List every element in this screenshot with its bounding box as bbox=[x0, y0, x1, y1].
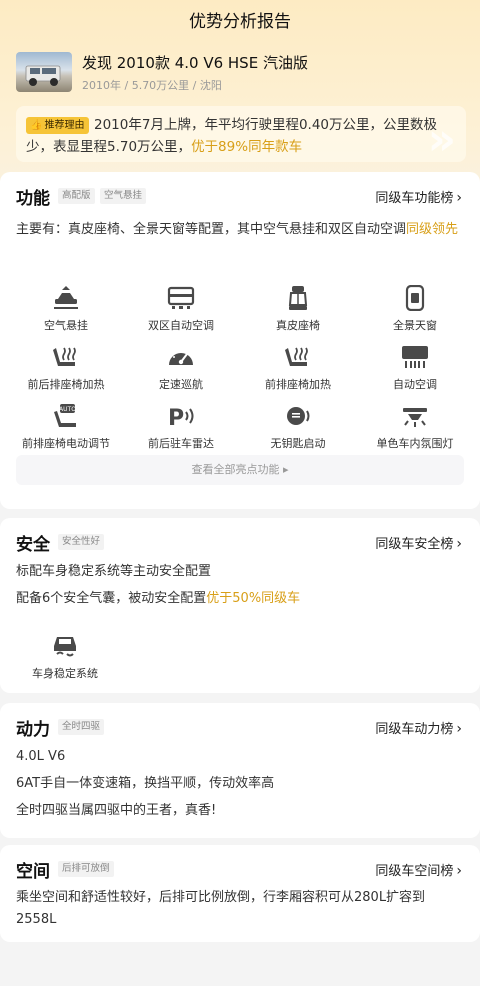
caret-right-icon: ▸ bbox=[282, 463, 289, 476]
car-name: 发现 2010款 4.0 V6 HSE 汽油版 bbox=[82, 54, 308, 72]
seat-heating-icon bbox=[285, 347, 308, 366]
feature-label: 双区自动空调 bbox=[148, 319, 214, 332]
feature-item[interactable]: P 前后驻车雷达 bbox=[126, 403, 236, 451]
feature-label: 自动空调 bbox=[393, 378, 437, 391]
keyless-start-icon bbox=[287, 407, 310, 425]
feature-label: 全景天窗 bbox=[393, 319, 437, 332]
safety-tag: 安全性好 bbox=[58, 534, 105, 550]
safety-line-1: 标配车身稳定系统等主动安全配置 bbox=[16, 564, 212, 579]
leather-seat-icon bbox=[288, 286, 308, 310]
power-rank-link[interactable]: 同级车动力榜 › bbox=[375, 718, 462, 737]
rank-link-label: 同级车动力榜 bbox=[375, 722, 454, 737]
page-header: 优势分析报告 bbox=[0, 0, 480, 44]
features-tag-2: 空气悬挂 bbox=[100, 188, 147, 204]
features-rank-link[interactable]: 同级车功能榜 › bbox=[375, 187, 462, 206]
rank-link-label: 同级车功能榜 bbox=[375, 191, 454, 206]
power-seat-icon: AUTO bbox=[54, 404, 76, 427]
feature-label: 空气悬挂 bbox=[44, 319, 88, 332]
view-all-features-button[interactable]: 查看全部亮点功能 ▸ bbox=[16, 455, 464, 485]
power-tag: 全时四驱 bbox=[58, 719, 105, 735]
space-title: 空间 bbox=[16, 862, 50, 882]
chevron-right-icon: › bbox=[456, 863, 462, 879]
stability-control-icon bbox=[54, 637, 76, 657]
rank-link-label: 同级车空间榜 bbox=[375, 864, 454, 879]
power-line-2: 6AT手自一体变速箱，换挡平顺，传动效率高 bbox=[16, 776, 275, 791]
svg-text:AUTO: AUTO bbox=[59, 406, 76, 413]
feature-item[interactable]: 前后排座椅加热 bbox=[11, 344, 121, 392]
power-title: 动力 bbox=[16, 720, 50, 740]
feature-item[interactable]: 双区自动空调 bbox=[126, 285, 236, 333]
safety-rank-link[interactable]: 同级车安全榜 › bbox=[375, 533, 462, 552]
dual-zone-ac-icon bbox=[167, 286, 195, 309]
chevron-right-icon: › bbox=[456, 190, 462, 206]
features-tag-1: 高配版 bbox=[58, 188, 95, 204]
space-text: 乘坐空间和舒适性较好，后排可比例放倒，行李厢容积可从280L扩容到2558L bbox=[16, 890, 426, 927]
power-line-1: 4.0L V6 bbox=[16, 749, 66, 764]
power-card: 动力 全时四驱 同级车动力榜 › 4.0L V6 6AT手自一体变速箱，换挡平顺，… bbox=[0, 703, 480, 838]
feature-item[interactable]: 自动空调 bbox=[360, 344, 470, 392]
chevron-right-icon: › bbox=[456, 536, 462, 552]
seat-heating-icon bbox=[53, 347, 76, 366]
power-line-3: 全时四驱当属四驱中的王者，真香! bbox=[16, 803, 217, 818]
summary-text: 主要有：真皮座椅、全景天窗等配置，其中空气悬挂和双区自动空调 bbox=[16, 222, 407, 237]
panoramic-roof-icon bbox=[405, 285, 425, 311]
feature-item[interactable]: 车身稳定系统 bbox=[10, 633, 120, 681]
car-info[interactable]: 发现 2010款 4.0 V6 HSE 汽油版 2010年 / 5.70万公里 … bbox=[16, 52, 466, 96]
recommend-reason-badge: 👍 推荐理由 bbox=[26, 117, 90, 134]
feature-label: 无钥匙启动 bbox=[270, 437, 326, 450]
chevron-right-icon: › bbox=[456, 721, 462, 737]
feature-item[interactable]: 真皮座椅 bbox=[243, 285, 353, 333]
safety-card: 安全 安全性好 同级车安全榜 › 标配车身稳定系统等主动安全配置 配备6个安全气囊… bbox=[0, 518, 480, 693]
ambient-light-icon bbox=[403, 408, 427, 427]
features-summary: 主要有：真皮座椅、全景天窗等配置，其中空气悬挂和双区自动空调同级领先 bbox=[16, 219, 464, 241]
air-suspension-icon bbox=[54, 286, 78, 309]
safety-line-2: 配备6个安全气囊，被动安全配置优于50%同级车 bbox=[16, 588, 300, 610]
feature-item[interactable]: 定速巡航 bbox=[126, 344, 236, 392]
feature-label: 前后驻车雷达 bbox=[148, 437, 214, 450]
summary-highlight: 同级领先 bbox=[406, 222, 459, 237]
page-title: 优势分析报告 bbox=[189, 12, 291, 32]
car-thumbnail bbox=[16, 52, 72, 92]
badge-label: 推荐理由 bbox=[44, 120, 85, 131]
feature-label: 前后排座椅加热 bbox=[27, 378, 105, 391]
recommend-reason-text: 2010年7月上牌，年平均行驶里程0.40万公里，公里数极少，表显里程5.70万… bbox=[26, 114, 456, 158]
thumbs-up-icon: 👍 bbox=[30, 120, 43, 131]
auto-ac-icon bbox=[402, 346, 428, 368]
rank-link-label: 同级车安全榜 bbox=[375, 537, 454, 552]
line2-text: 配备6个安全气囊，被动安全配置 bbox=[16, 591, 207, 606]
svg-text:P: P bbox=[168, 406, 184, 429]
feature-label: 真皮座椅 bbox=[276, 319, 320, 332]
feature-label: 前排座椅电动调节 bbox=[22, 437, 110, 450]
recommend-reason-card: » 2010年7月上牌，年平均行驶里程0.40万公里，公里数极少，表显里程5.7… bbox=[16, 106, 466, 162]
features-title: 功能 bbox=[16, 189, 50, 209]
space-rank-link[interactable]: 同级车空间榜 › bbox=[375, 860, 462, 879]
feature-item[interactable]: 空气悬挂 bbox=[11, 285, 121, 333]
feature-label: 单色车内氛围灯 bbox=[376, 437, 454, 450]
feature-item[interactable]: 单色车内氛围灯 bbox=[360, 403, 470, 451]
feature-item[interactable]: 前排座椅加热 bbox=[243, 344, 353, 392]
feature-label: 车身稳定系统 bbox=[32, 667, 98, 680]
safety-title: 安全 bbox=[16, 535, 50, 555]
space-tag: 后排可放倒 bbox=[58, 861, 114, 877]
feature-item[interactable]: AUTO 前排座椅电动调节 bbox=[11, 403, 121, 451]
space-card: 空间 后排可放倒 同级车空间榜 › 乘坐空间和舒适性较好，后排可比例放倒，行李厢容… bbox=[0, 845, 480, 942]
line2-highlight: 优于50%同级车 bbox=[206, 591, 301, 606]
parking-radar-icon: P bbox=[168, 406, 194, 429]
feature-item[interactable]: 全景天窗 bbox=[360, 285, 470, 333]
reason-highlight: 优于89%同年款车 bbox=[191, 139, 303, 155]
cruise-control-icon bbox=[169, 351, 193, 365]
feature-label: 前排座椅加热 bbox=[265, 378, 331, 391]
features-card: 功能 高配版 空气悬挂 同级车功能榜 › 主要有：真皮座椅、全景天窗等配置，其中空… bbox=[0, 172, 480, 509]
view-all-label: 查看全部亮点功能 bbox=[191, 463, 280, 476]
feature-item[interactable]: 无钥匙启动 bbox=[243, 403, 353, 451]
car-meta: 2010年 / 5.70万公里 / 沈阳 bbox=[82, 79, 222, 92]
feature-label: 定速巡航 bbox=[159, 378, 203, 391]
